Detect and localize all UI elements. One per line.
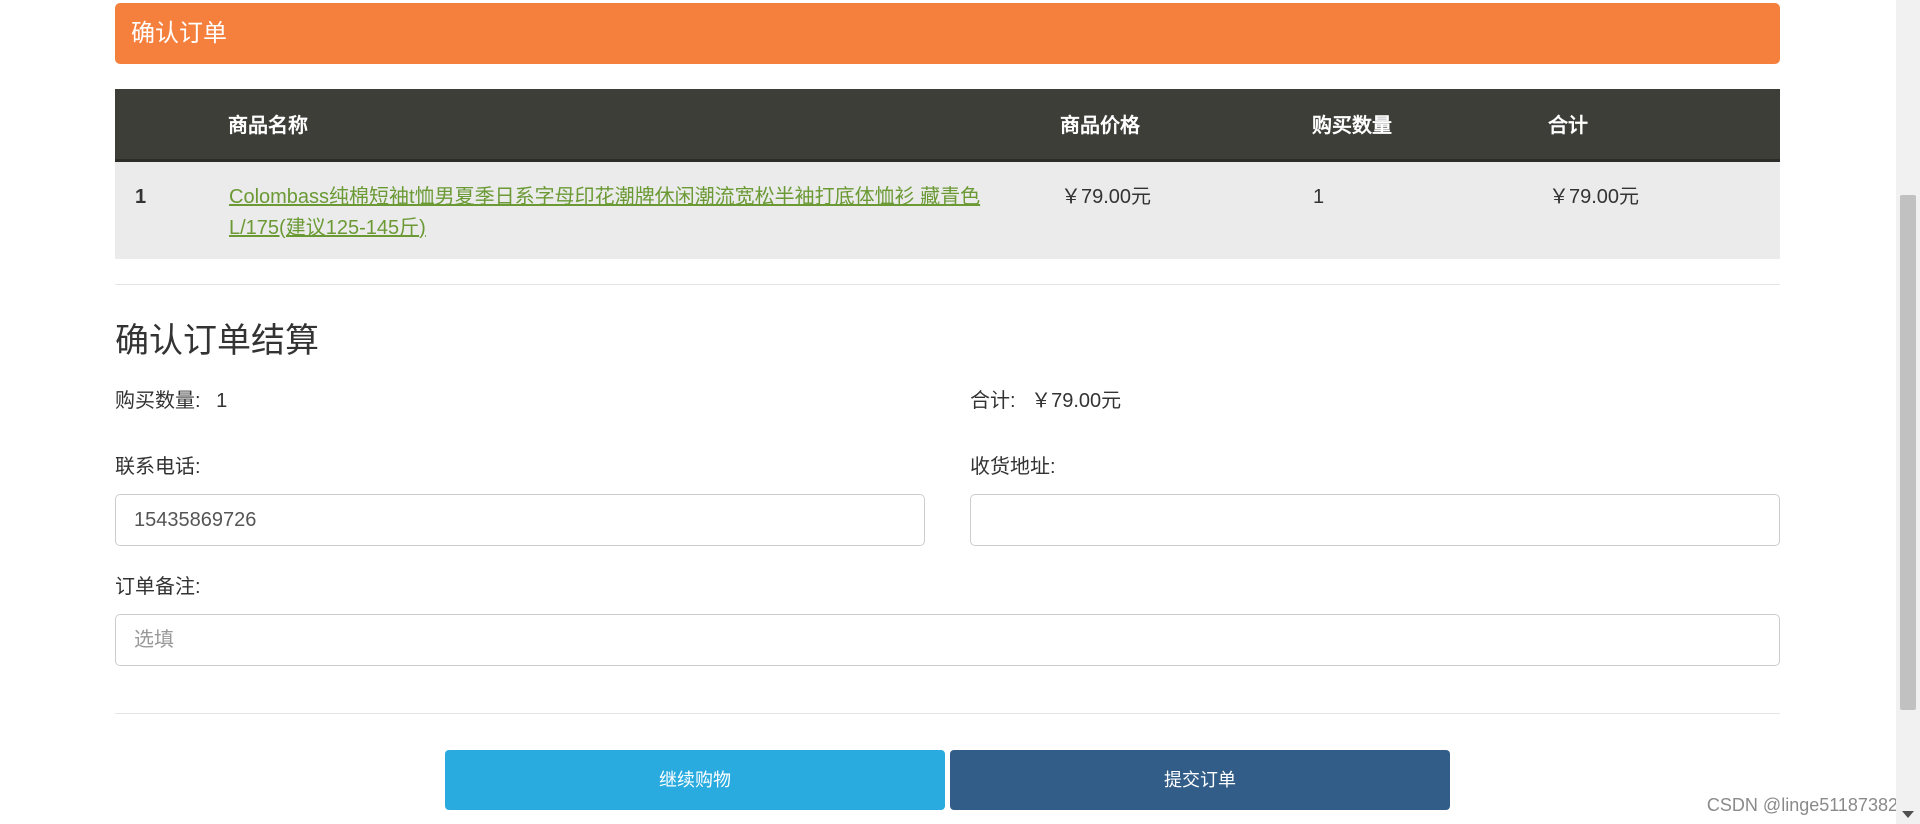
summary-quantity: 购买数量: 1 [115,386,227,416]
summary-quantity-label: 购买数量: [115,390,201,412]
note-label: 订单备注: [115,576,201,598]
table-row: 1 Colombass纯棉短袖t恤男夏季日系字母印花潮牌休闲潮流宽松半袖打底体恤… [115,160,1780,259]
scrollbar-thumb[interactable] [1900,195,1916,710]
table-header-row: 商品名称 商品价格 购买数量 合计 [115,89,1780,160]
column-header-index [115,89,228,160]
address-label: 收货地址: [970,456,1056,478]
note-input[interactable] [115,614,1780,666]
summary-total-label: 合计: [970,390,1016,412]
row-name-cell: Colombass纯棉短袖t恤男夏季日系字母印花潮牌休闲潮流宽松半袖打底体恤衫 … [228,160,1060,259]
row-index: 1 [135,185,147,208]
row-price: ￥79.00元 [1061,185,1152,208]
vertical-scrollbar[interactable] [1896,0,1920,824]
page-title-bar: 确认订单 [115,3,1780,64]
page: 确认订单 商品名称 商品价格 购买数量 合计 1 Colombass纯棉短袖t恤… [0,0,1920,824]
divider-bottom [115,713,1780,714]
summary-total: 合计: ￥79.00元 [970,386,1121,416]
page-title: 确认订单 [131,20,227,47]
column-header-quantity: 购买数量 [1312,115,1392,138]
scroll-down-arrow-icon[interactable] [1902,811,1914,818]
row-total: ￥79.00元 [1549,185,1640,208]
column-header-total: 合计 [1548,115,1588,138]
order-table: 商品名称 商品价格 购买数量 合计 1 Colombass纯棉短袖t恤男夏季日系… [115,89,1780,259]
summary-total-value: ￥79.00元 [1031,390,1122,412]
watermark: CSDN @linge511873822 [1706,795,1908,815]
continue-shopping-button[interactable]: 继续购物 [445,750,945,810]
address-input[interactable] [970,494,1780,546]
divider-top [115,284,1780,285]
phone-label: 联系电话: [115,456,201,478]
submit-order-button[interactable]: 提交订单 [950,750,1450,810]
column-header-price: 商品价格 [1060,115,1140,138]
summary-title: 确认订单结算 [115,322,319,360]
product-name-link[interactable]: Colombass纯棉短袖t恤男夏季日系字母印花潮牌休闲潮流宽松半袖打底体恤衫 … [229,182,1059,244]
phone-input[interactable] [115,494,925,546]
column-header-name: 商品名称 [228,115,308,138]
summary-quantity-value: 1 [216,390,228,412]
row-quantity: 1 [1313,185,1325,208]
